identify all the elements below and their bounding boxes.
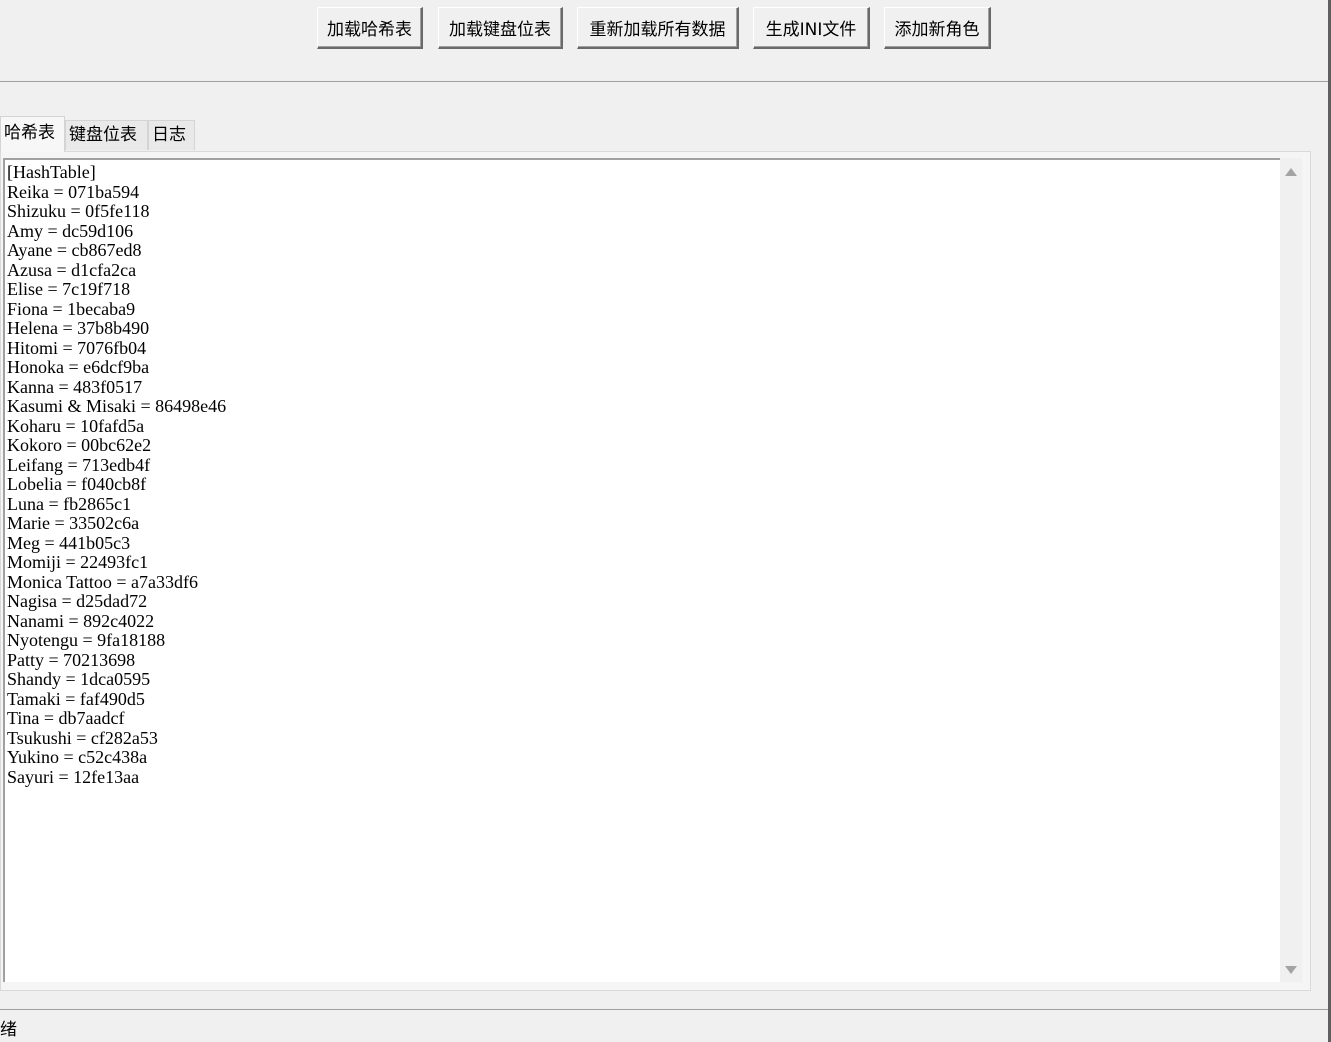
hash-entry-line: Nanami = 892c4022	[7, 610, 155, 631]
reload-all-data-button[interactable]: 重新加载所有数据	[577, 7, 739, 49]
tab-keyboard-table[interactable]: 键盘位表	[65, 120, 148, 150]
load-hash-table-button[interactable]: 加载哈希表	[317, 7, 423, 49]
hash-entry-line: Yukino = c52c438a	[7, 747, 148, 767]
hash-entry-line: Tsukushi = cf282a53	[7, 727, 158, 748]
status-text: 绪	[0, 1020, 17, 1040]
status-bar: 绪	[0, 1009, 1328, 1042]
hash-entry-line: Monica Tattoo = a7a33df6	[7, 571, 199, 592]
hash-entry-line: Patty = 70213698	[7, 649, 136, 670]
hash-entry-line: Shandy = 1dca0595	[7, 669, 151, 689]
hash-entry-line: Lobelia = f040cb8f	[7, 474, 147, 494]
tab-log[interactable]: 日志	[148, 120, 195, 150]
hash-entry-line: Marie = 33502c6a	[7, 513, 140, 533]
hash-entry-line: Honoka = e6dcf9ba	[7, 357, 150, 377]
load-keyboard-table-button[interactable]: 加载键盘位表	[438, 7, 563, 49]
hash-entry-line: Ayane = cb867ed8	[7, 240, 142, 260]
hash-entry-line: Momiji = 22493fc1	[7, 552, 149, 572]
hash-entry-line: Azusa = d1cfa2ca	[7, 259, 137, 280]
hash-entry-line: Luna = fb2865c1	[7, 493, 132, 514]
tab-bar: 哈希表 键盘位表 日志	[0, 116, 1310, 152]
generate-ini-button[interactable]: 生成INI文件	[753, 7, 870, 49]
add-new-character-button[interactable]: 添加新角色	[884, 7, 991, 49]
hash-table-entries: Reika = 071ba594 Shizuku = 0f5fe118 Amy = …	[5, 181, 1280, 788]
scroll-down-arrow-icon[interactable]	[1285, 966, 1297, 974]
hash-entry-line: Nagisa = d25dad72	[7, 591, 148, 611]
hash-entry-line: Meg = 441b05c3	[7, 532, 131, 553]
hash-entry-line: Tamaki = faf490d5	[7, 688, 145, 709]
hash-entry-line: Fiona = 1becaba9	[7, 298, 136, 319]
hash-entry-line: Kanna = 483f0517	[7, 376, 143, 397]
app-window: 加载哈希表 加载键盘位表 重新加载所有数据 生成INI文件 添加新角色 哈希表 …	[0, 0, 1331, 1042]
hash-entry-line: Amy = dc59d106	[7, 220, 134, 241]
hash-entry-line: Tina = db7aadcf	[7, 708, 125, 728]
hash-entry-line: Kokoro = 00bc62e2	[7, 435, 152, 455]
hash-table-header: [HashTable]	[7, 162, 96, 182]
hash-entry-line: Koharu = 10fafd5a	[7, 415, 145, 436]
vertical-scrollbar[interactable]	[1280, 158, 1302, 982]
hash-entry-line: Hitomi = 7076fb04	[7, 337, 147, 358]
toolbar: 加载哈希表 加载键盘位表 重新加载所有数据 生成INI文件 添加新角色	[0, 0, 1328, 82]
tab-hash-table[interactable]: 哈希表	[0, 116, 65, 152]
hash-entry-line: Helena = 37b8b490	[7, 318, 150, 338]
hash-table-text-area[interactable]: [HashTable] Reika = 071ba594 Shizuku = 0f…	[3, 158, 1280, 982]
hash-entry-line: Sayuri = 12fe13aa	[7, 766, 140, 787]
hash-entry-line: Shizuku = 0f5fe118	[7, 201, 150, 221]
scroll-up-arrow-icon[interactable]	[1285, 168, 1297, 176]
hash-entry-line: Nyotengu = 9fa18188	[7, 630, 166, 650]
hash-entry-line: Reika = 071ba594	[7, 181, 140, 202]
hash-entry-line: Kasumi & Misaki = 86498e46	[7, 396, 227, 416]
hash-entry-line: Elise = 7c19f718	[7, 279, 131, 299]
hash-entry-line: Leifang = 713edb4f	[7, 454, 151, 475]
